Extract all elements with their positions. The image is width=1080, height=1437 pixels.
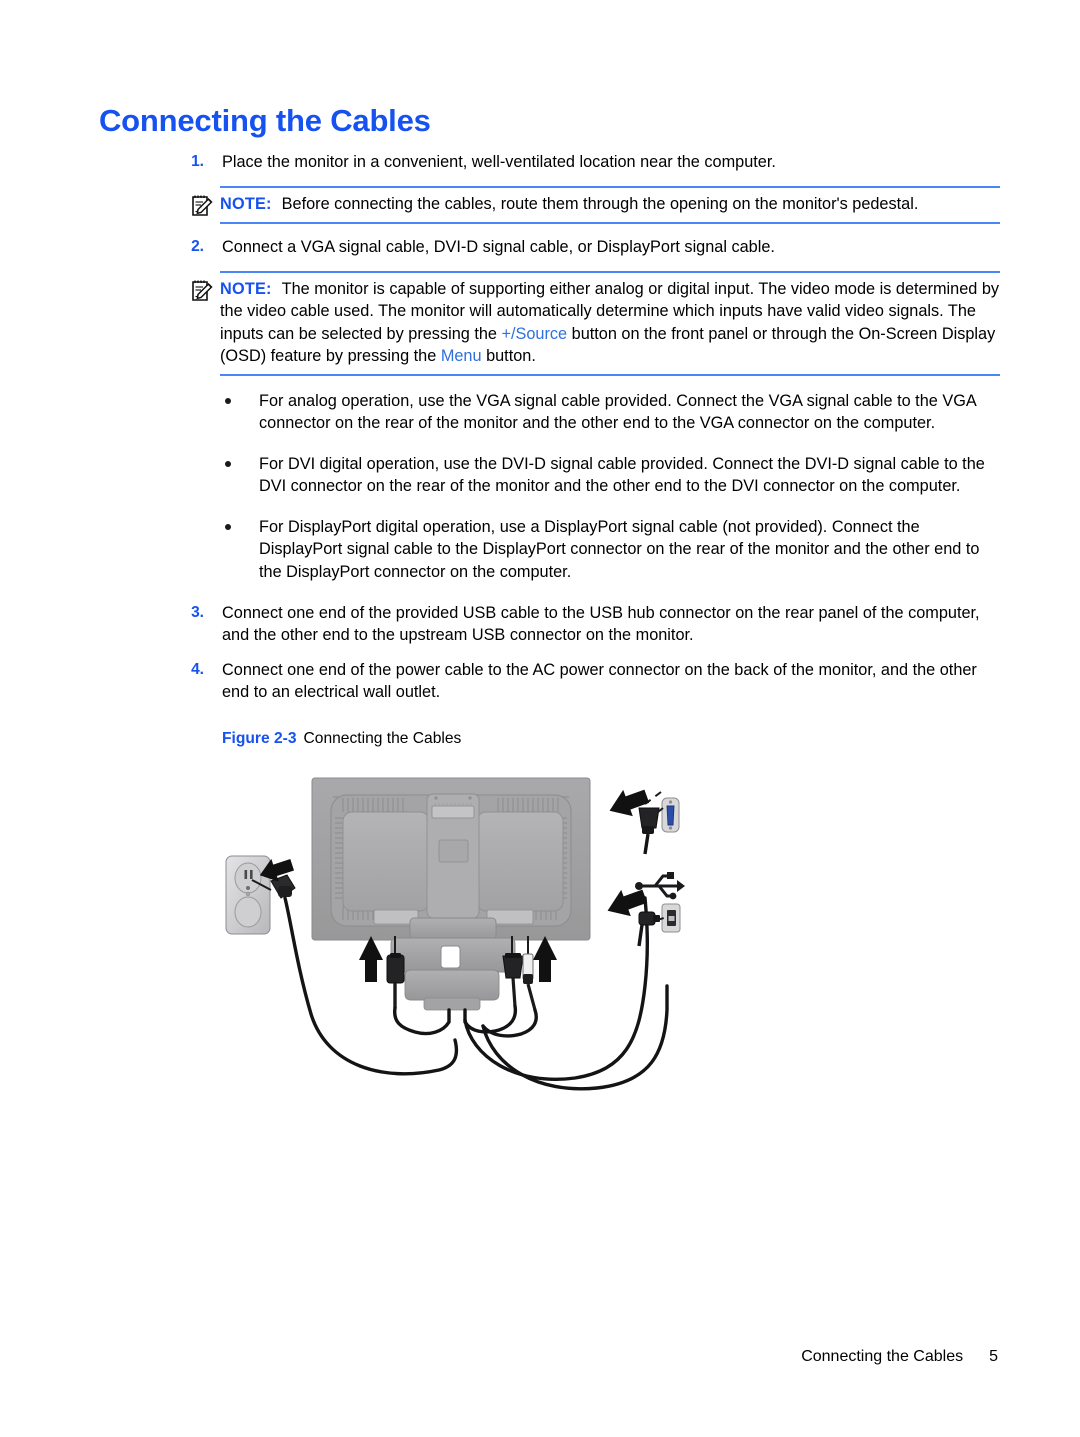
bullet-list: For analog operation, use the VGA signal… [176, 390, 1000, 584]
step-2-number: 2. [191, 237, 204, 255]
step-3: 3. Connect one end of the provided USB c… [176, 602, 1000, 646]
usb-cable-end-plug [637, 911, 660, 947]
monitor-rear-view [311, 777, 591, 941]
bullet-1-text: For analog operation, use the VGA signal… [259, 391, 976, 433]
vga-cable-connector-plug [502, 953, 524, 1007]
step-2: 2. Connect a VGA signal cable, DVI-D sig… [176, 236, 1000, 258]
footer-section-label: Connecting the Cables [801, 1348, 964, 1365]
page-footer: Connecting the Cables 5 [0, 1348, 1080, 1366]
note-icon [189, 277, 215, 303]
figure-number: Figure 2-3 [222, 730, 297, 747]
vga-cable-end-plug [638, 807, 660, 855]
usb-upstream-connector-plug [522, 953, 537, 1011]
figure-caption: Figure 2-3 Connecting the Cables [222, 730, 461, 748]
note-icon [189, 192, 215, 218]
bullet-dot-icon [225, 460, 231, 467]
electrical-wall-outlet [225, 855, 271, 935]
document-content: 1. Place the monitor in a convenient, we… [176, 151, 1000, 716]
step-1-number: 1. [191, 153, 204, 170]
list-item: For analog operation, use the VGA signal… [176, 390, 1000, 435]
step-4: 4. Connect one end of the power cable to… [176, 659, 1000, 703]
page-title: Connecting the Cables [99, 103, 431, 138]
bullet-dot-icon [225, 397, 231, 404]
note-block-2: NOTE: The monitor is capable of supportin… [176, 270, 1000, 376]
bullet-dot-icon [225, 523, 231, 530]
step-3-text: Connect one end of the provided USB cabl… [222, 603, 980, 644]
vga-connector-port [661, 797, 680, 833]
bullet-3-text: For DisplayPort digital operation, use a… [259, 517, 980, 582]
figure-illustration [215, 770, 735, 1110]
monitor-port-arrow-right-icon [533, 936, 557, 982]
step-4-text: Connect one end of the power cable to th… [222, 660, 977, 701]
figure-caption-text: Connecting the Cables [303, 730, 462, 747]
note-2-label: NOTE: [220, 279, 272, 298]
note-2-body: NOTE: The monitor is capable of supportin… [220, 270, 1000, 376]
step-4-number: 4. [191, 660, 204, 678]
note-block-1: NOTE: Before connecting the cables, route… [176, 186, 1000, 224]
list-item: For DisplayPort digital operation, use a… [176, 516, 1000, 584]
footer-page-number: 5 [989, 1348, 998, 1365]
note-1-text: Before connecting the cables, route them… [281, 195, 919, 213]
note-2-text-part3: button. [481, 347, 536, 365]
step-1-text: Place the monitor in a convenient, well-… [222, 153, 776, 171]
note-2-term-source: +/Source [501, 324, 568, 343]
note-1-body: NOTE: Before connecting the cables, route… [220, 186, 1000, 224]
document-page: Connecting the Cables 1. Place the monit… [0, 0, 1080, 1437]
note-1-label: NOTE: [220, 195, 272, 213]
bullet-2-text: For DVI digital operation, use the DVI-D… [259, 454, 985, 496]
ac-power-connector-plug [386, 953, 405, 1008]
usb-connector-port [661, 903, 681, 933]
step-2-text: Connect a VGA signal cable, DVI-D signal… [222, 237, 775, 256]
monitor-port-arrow-left-icon [359, 936, 383, 982]
monitor-pedestal [390, 917, 516, 1011]
list-item: For DVI digital operation, use the DVI-D… [176, 453, 1000, 498]
note-2-term-menu: Menu [440, 347, 482, 365]
step-3-number: 3. [191, 603, 204, 621]
step-1: 1. Place the monitor in a convenient, we… [176, 151, 1000, 173]
